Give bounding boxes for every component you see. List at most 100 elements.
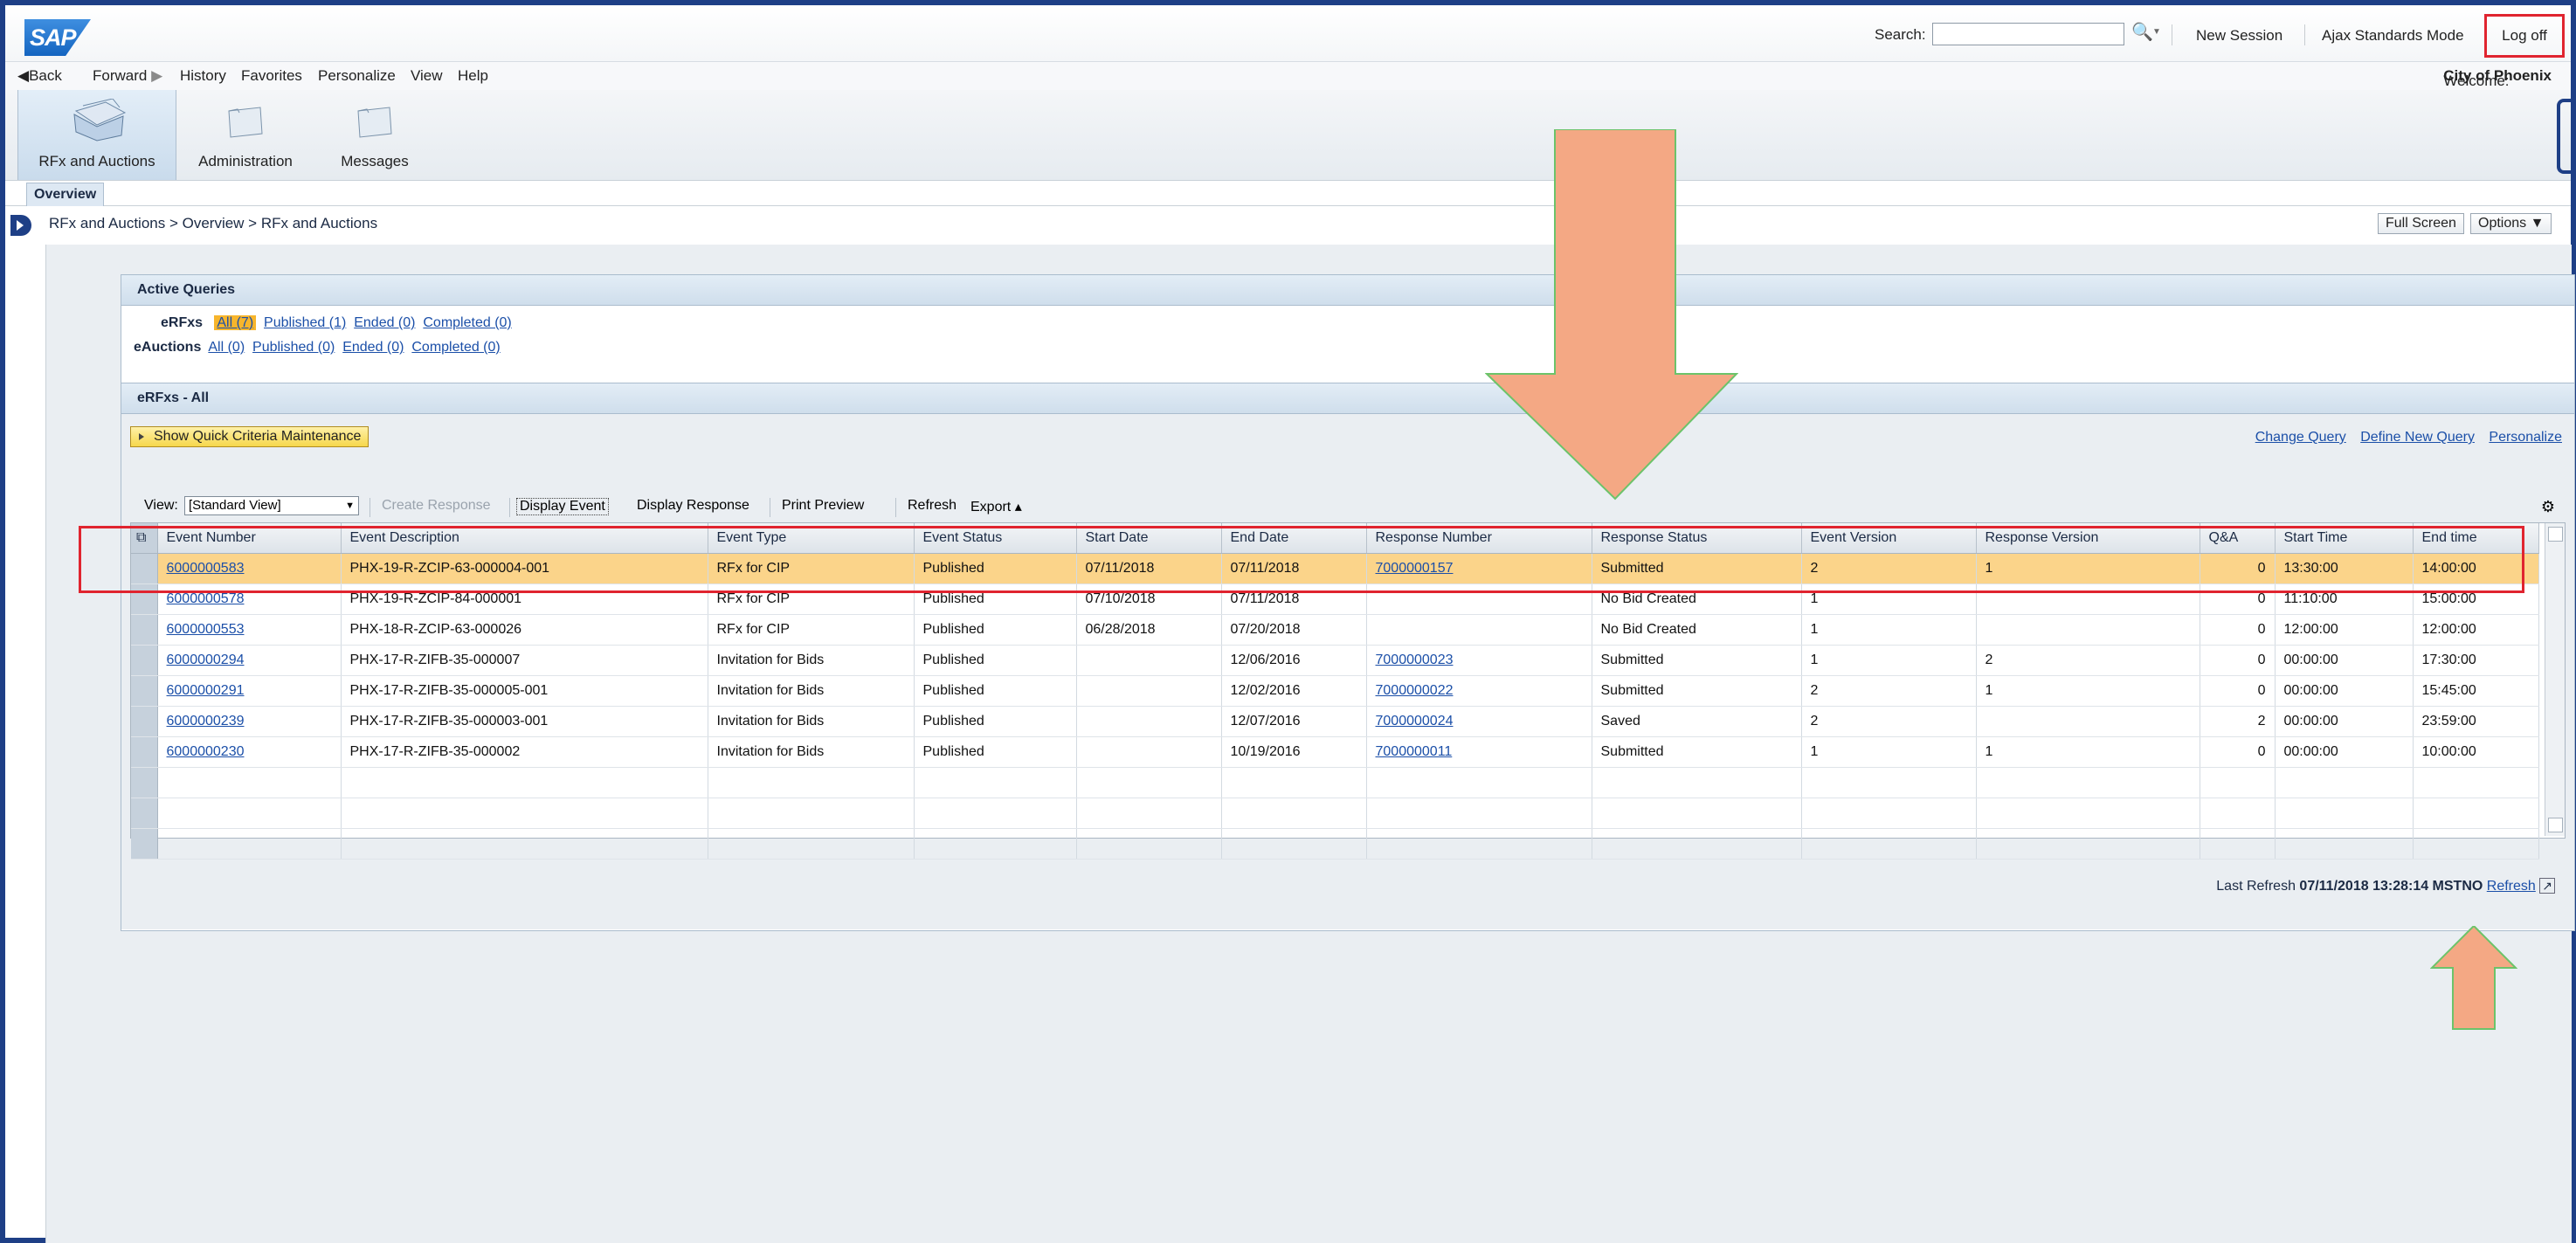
table-row[interactable]: 6000000294 PHX-17-R-ZIFB-35-000007 Invitat…	[131, 645, 2539, 676]
back-button[interactable]: ◀Back	[17, 67, 62, 85]
table-cell[interactable]: 6000000239	[157, 706, 342, 737]
table-cell: 12/07/2016	[1221, 706, 1367, 737]
table-cell	[1366, 767, 1592, 798]
breadcrumb-bar: RFx and Auctions > Overview > RFx and Au…	[5, 206, 2571, 243]
menu-favorites[interactable]: Favorites	[241, 67, 302, 85]
event-number-link[interactable]: 6000000553	[167, 622, 245, 637]
tab-rfx-and-auctions[interactable]: RFx and Auctions	[17, 90, 176, 180]
menu-view[interactable]: View	[411, 67, 443, 85]
open-window-icon[interactable]: ↗	[2539, 878, 2555, 894]
table-cell: Published	[914, 706, 1077, 737]
table-cell: 2	[1976, 645, 2200, 676]
export-button[interactable]: Export ▴	[970, 498, 1022, 515]
response-number-link[interactable]: 7000000011	[1376, 744, 1453, 759]
print-preview-button[interactable]: Print Preview	[782, 498, 864, 514]
menu-personalize[interactable]: Personalize	[318, 67, 396, 85]
erfxs-published-link[interactable]: Published (1)	[264, 315, 346, 330]
table-row[interactable]: 6000000239 PHX-17-R-ZIFB-35-000003-001 Inv…	[131, 706, 2539, 737]
chevron-down-icon[interactable]: ▼	[2152, 27, 2161, 37]
table-cell	[708, 798, 915, 829]
table-cell	[341, 798, 708, 829]
define-new-query-link[interactable]: Define New Query	[2360, 430, 2475, 445]
table-cell: 07/20/2018	[1221, 614, 1367, 646]
navigation-toggle-icon[interactable]	[10, 215, 31, 236]
eauctions-published-link[interactable]: Published (0)	[252, 340, 335, 355]
table-cell[interactable]: 6000000291	[157, 675, 342, 707]
tab-label: Messages	[341, 153, 409, 169]
table-cell: 00:00:00	[2275, 736, 2414, 768]
table-cell: 1	[1976, 736, 2200, 768]
erfxs-ended-link[interactable]: Ended (0)	[354, 315, 415, 330]
display-event-button[interactable]: Display Event	[516, 498, 609, 515]
event-number-link[interactable]: 6000000578	[167, 591, 245, 606]
table-row[interactable]: 6000000291 PHX-17-R-ZIFB-35-000005-001 Inv…	[131, 675, 2539, 707]
table-cell[interactable]: 7000000023	[1366, 645, 1592, 676]
row-selector[interactable]	[131, 645, 158, 676]
response-number-link[interactable]: 7000000022	[1376, 683, 1454, 698]
search-icon[interactable]: 🔍	[2131, 21, 2153, 43]
full-screen-button[interactable]: Full Screen	[2378, 213, 2464, 234]
table-cell: Published	[914, 614, 1077, 646]
table-row[interactable]: 6000000553 PHX-18-R-ZCIP-63-000026 RFx for…	[131, 614, 2539, 646]
table-cell[interactable]: 7000000011	[1366, 736, 1592, 768]
new-session-link[interactable]: New Session	[2196, 27, 2282, 45]
tab-label: Administration	[198, 153, 293, 169]
log-off-button[interactable]: Log off	[2484, 14, 2565, 58]
create-response-button[interactable]: Create Response	[382, 498, 491, 514]
table-cell: 1	[1976, 675, 2200, 707]
table-cell[interactable]: 6000000553	[157, 614, 342, 646]
table-cell	[1221, 798, 1367, 829]
event-number-link[interactable]: 6000000239	[167, 714, 245, 729]
event-number-link[interactable]: 6000000291	[167, 683, 245, 698]
table-scrollbar[interactable]	[2545, 523, 2565, 836]
erfxs-all-link[interactable]: All (7)	[214, 315, 257, 330]
last-refresh-label: Last Refresh	[2216, 879, 2300, 894]
table-cell[interactable]: 7000000024	[1366, 706, 1592, 737]
personalize-link[interactable]: Personalize	[2489, 430, 2562, 445]
scroll-up-icon[interactable]	[2548, 527, 2563, 542]
row-selector[interactable]	[131, 675, 158, 707]
show-quick-criteria-button[interactable]: Show Quick Criteria Maintenance	[130, 426, 369, 447]
refresh-link[interactable]: Refresh	[2487, 879, 2536, 894]
back-label: Back	[29, 67, 62, 84]
table-cell[interactable]: 6000000294	[157, 645, 342, 676]
table-cell: 15:45:00	[2413, 675, 2539, 707]
options-button[interactable]: Options ▼	[2470, 213, 2552, 234]
row-selector	[131, 798, 158, 829]
eauctions-completed-link[interactable]: Completed (0)	[411, 340, 500, 355]
forward-button[interactable]: Forward ▶	[93, 67, 162, 85]
table-cell	[914, 798, 1077, 829]
table-cell: 12/02/2016	[1221, 675, 1367, 707]
table-cell	[1801, 828, 1977, 860]
row-selector[interactable]	[131, 706, 158, 737]
ajax-mode-link[interactable]: Ajax Standards Mode	[2322, 27, 2464, 45]
row-selector[interactable]	[131, 614, 158, 646]
tab-messages[interactable]: Messages	[318, 90, 432, 180]
menu-history[interactable]: History	[180, 67, 226, 85]
table-cell	[2413, 828, 2539, 860]
response-number-link[interactable]: 7000000023	[1376, 653, 1454, 667]
tab-administration[interactable]: Administration	[180, 90, 311, 180]
row-selector[interactable]	[131, 736, 158, 768]
scroll-down-icon[interactable]	[2548, 818, 2563, 832]
menu-help[interactable]: Help	[458, 67, 488, 85]
view-select[interactable]: [Standard View] ▼	[184, 496, 359, 515]
tab-overview[interactable]: Overview	[26, 183, 105, 206]
eauctions-all-link[interactable]: All (0)	[208, 340, 245, 355]
eauctions-ended-link[interactable]: Ended (0)	[342, 340, 404, 355]
display-response-button[interactable]: Display Response	[637, 498, 749, 514]
event-number-link[interactable]: 6000000294	[167, 653, 245, 667]
erfxs-completed-link[interactable]: Completed (0)	[423, 315, 511, 330]
event-number-link[interactable]: 6000000230	[167, 744, 245, 759]
table-cell[interactable]: 6000000230	[157, 736, 342, 768]
refresh-button[interactable]: Refresh	[908, 498, 957, 514]
search-input[interactable]	[1932, 23, 2124, 45]
workset-tabs: RFx and Auctions Administration Messages	[5, 90, 2571, 181]
tab-label: RFx and Auctions	[38, 153, 155, 169]
change-query-link[interactable]: Change Query	[2255, 430, 2346, 445]
table-row[interactable]: 6000000230 PHX-17-R-ZIFB-35-000002 Invitat…	[131, 736, 2539, 768]
query-links: Change Query Define New Query Personaliz…	[2245, 430, 2562, 445]
table-cell[interactable]: 7000000022	[1366, 675, 1592, 707]
settings-icon[interactable]: ⚙	[2541, 498, 2555, 516]
response-number-link[interactable]: 7000000024	[1376, 714, 1454, 729]
